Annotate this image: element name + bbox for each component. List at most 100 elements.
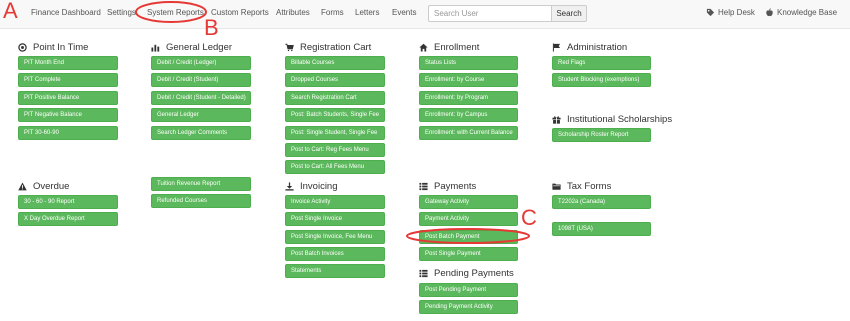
post-single-student-single-fee-button[interactable]: Post: Single Student, Single Fee: [285, 126, 385, 140]
scholarship-roster-report-button[interactable]: Scholarship Roster Report: [552, 128, 651, 142]
enrollment-with-current-balance-button[interactable]: Enrollment: with Current Balance: [419, 126, 518, 140]
pit-30-60-90-button[interactable]: PIT 30-60-90: [18, 126, 118, 140]
gift-icon: [552, 115, 561, 124]
section-title-label: Payments: [434, 180, 477, 192]
post-single-invoice-fee-menu-button[interactable]: Post Single Invoice, Fee Menu: [285, 230, 385, 244]
tuition-revenue-report-button[interactable]: Tuition Revenue Report: [151, 177, 251, 191]
enrollment-by-course-button[interactable]: Enrollment: by Course: [419, 73, 518, 87]
home-icon: [419, 43, 428, 52]
annotation-letter-a: A: [3, 0, 18, 23]
section-title: Institutional Scholarships: [552, 113, 672, 125]
post-single-payment-button[interactable]: Post Single Payment: [419, 247, 518, 261]
list-icon: [419, 182, 428, 191]
knowledge-base-label: Knowledge Base: [777, 8, 838, 17]
x-day-overdue-report-button[interactable]: X Day Overdue Report: [18, 212, 118, 226]
section-title: Payments: [419, 180, 476, 192]
search-registration-cart-button[interactable]: Search Registration Cart: [285, 91, 385, 105]
gateway-activity-button[interactable]: Gateway Activity: [419, 195, 518, 209]
pit-month-end-button[interactable]: PIT Month End: [18, 56, 118, 70]
post-to-cart-all-fees-menu-button[interactable]: Post to Cart: All Fees Menu: [285, 160, 385, 174]
post-single-invoice-button[interactable]: Post Single Invoice: [285, 212, 385, 226]
apple-icon: [766, 8, 773, 17]
section-title-label: Pending Payments: [434, 267, 514, 279]
section-title: General Ledger: [151, 41, 232, 53]
nav-custom-reports[interactable]: Custom Reports: [211, 8, 269, 17]
section-title: Administration: [552, 41, 627, 53]
post-pending-payment-button[interactable]: Post Pending Payment: [419, 283, 518, 297]
annotation-letter-c: C: [521, 205, 537, 230]
help-desk-link[interactable]: Help Desk: [706, 8, 755, 17]
warning-icon: [18, 181, 27, 191]
section-title-label: Invoicing: [300, 180, 338, 192]
section-institutional-scholarships: Institutional Scholarships: [552, 113, 672, 125]
section-pending-payments: Pending Payments: [419, 267, 514, 279]
nav-attributes[interactable]: Attributes: [276, 8, 310, 17]
enrollment-by-program-button[interactable]: Enrollment: by Program: [419, 91, 518, 105]
section-tax-forms: Tax Forms: [552, 180, 611, 192]
search-ledger-comments-button[interactable]: Search Ledger Comments: [151, 126, 251, 140]
status-lists-button[interactable]: Status Lists: [419, 56, 518, 70]
section-point-in-time: Point In Time: [18, 41, 88, 53]
debit-credit-student-button[interactable]: Debit / Credit (Student): [151, 73, 251, 87]
section-title: Tax Forms: [552, 180, 611, 192]
flag-icon: [552, 42, 561, 52]
target-icon: [18, 42, 27, 52]
general-ledger-button[interactable]: General Ledger: [151, 108, 251, 122]
30-60-90-report-button[interactable]: 30 - 60 - 90 Report: [18, 195, 118, 209]
student-blocking-exemptions-button[interactable]: Student Blocking (exemptions): [552, 73, 651, 87]
section-title-label: Administration: [567, 41, 628, 53]
section-title-label: General Ledger: [166, 41, 233, 53]
bar-chart-icon: [151, 43, 160, 52]
top-navbar: Finance Dashboard Settings System Report…: [0, 0, 850, 29]
post-batch-students-single-fee-button[interactable]: Post: Batch Students, Single Fee: [285, 108, 385, 122]
nav-forms[interactable]: Forms: [321, 8, 344, 17]
section-registration-cart: Registration Cart: [285, 41, 371, 53]
pit-negative-balance-button[interactable]: PIT Negative Balance: [18, 108, 118, 122]
nav-system-reports[interactable]: System Reports: [147, 8, 204, 17]
section-title-label: Tax Forms: [567, 180, 612, 192]
annotation-letter-b: B: [204, 15, 219, 40]
section-overdue: Overdue: [18, 180, 69, 192]
t2202a-canada-button[interactable]: T2202a (Canada): [552, 195, 651, 209]
section-title: Registration Cart: [285, 41, 371, 53]
dropped-courses-button[interactable]: Dropped Courses: [285, 73, 385, 87]
payment-activity-button[interactable]: Payment Activity: [419, 212, 518, 226]
section-administration: Administration: [552, 41, 627, 53]
red-flags-button[interactable]: Red Flags: [552, 56, 651, 70]
section-title: Pending Payments: [419, 267, 514, 279]
post-to-cart-reg-fees-menu-button[interactable]: Post to Cart: Reg Fees Menu: [285, 143, 385, 157]
statements-button[interactable]: Statements: [285, 264, 385, 278]
search-button[interactable]: Search: [552, 5, 587, 22]
section-enrollment: Enrollment: [419, 41, 479, 53]
section-payments: Payments: [419, 180, 476, 192]
section-invoicing: Invoicing: [285, 180, 338, 192]
tag-icon: [706, 8, 715, 17]
refunded-courses-button[interactable]: Refunded Courses: [151, 194, 251, 208]
cart-icon: [285, 43, 294, 52]
nav-events[interactable]: Events: [392, 8, 416, 17]
section-title-label: Institutional Scholarships: [567, 113, 673, 125]
section-title: Point In Time: [18, 41, 88, 53]
pit-positive-balance-button[interactable]: PIT Positive Balance: [18, 91, 118, 105]
debit-credit-ledger-button[interactable]: Debit / Credit (Ledger): [151, 56, 251, 70]
search-user-input[interactable]: [428, 5, 552, 22]
pending-payment-activity-button[interactable]: Pending Payment Activity: [419, 300, 518, 314]
enrollment-by-campus-button[interactable]: Enrollment: by Campus: [419, 108, 518, 122]
invoice-activity-button[interactable]: Invoice Activity: [285, 195, 385, 209]
section-title-label: Enrollment: [434, 41, 480, 53]
section-general-ledger: General Ledger: [151, 41, 232, 53]
knowledge-base-link[interactable]: Knowledge Base: [765, 8, 837, 17]
pit-complete-button[interactable]: PIT Complete: [18, 73, 118, 87]
post-batch-invoices-button[interactable]: Post Batch Invoices: [285, 247, 385, 261]
debit-credit-student-detailed-button[interactable]: Debit / Credit (Student - Detailed): [151, 91, 251, 105]
nav-letters[interactable]: Letters: [355, 8, 379, 17]
post-batch-payment-button[interactable]: Post Batch Payment: [419, 230, 518, 244]
nav-finance-dashboard[interactable]: Finance Dashboard: [31, 8, 101, 17]
list-icon: [419, 269, 428, 278]
help-desk-label: Help Desk: [718, 8, 755, 17]
1098t-usa-button[interactable]: 1098T (USA): [552, 222, 651, 236]
nav-settings[interactable]: Settings: [107, 8, 136, 17]
section-title-label: Point In Time: [33, 41, 89, 53]
section-title-label: Registration Cart: [300, 41, 372, 53]
billable-courses-button[interactable]: Billable Courses: [285, 56, 385, 70]
